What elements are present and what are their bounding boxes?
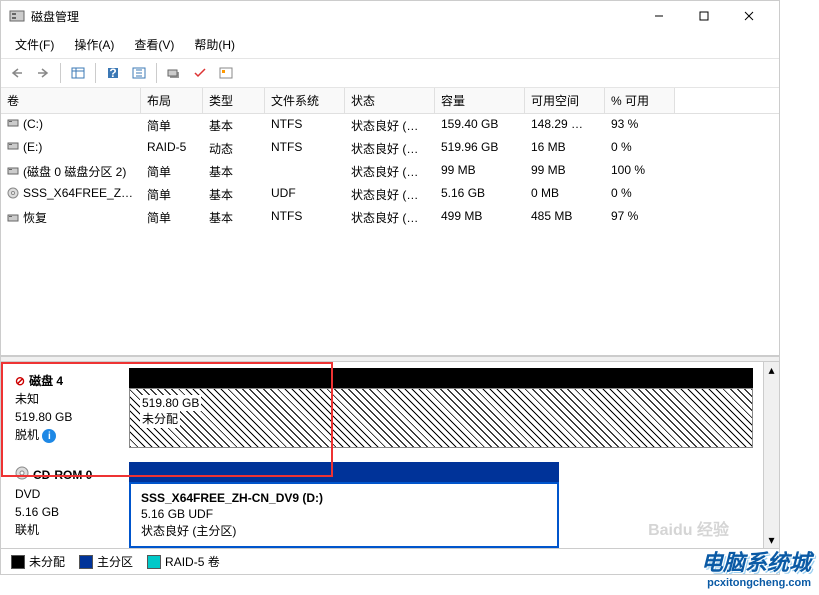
cdrom-type: DVD <box>15 485 125 503</box>
minimize-button[interactable] <box>636 2 681 30</box>
col-free[interactable]: 可用空间 <box>525 88 605 113</box>
scroll-up-icon[interactable]: ▴ <box>764 362 780 378</box>
cdrom-size: 5.16 GB <box>15 503 125 521</box>
window-title: 磁盘管理 <box>31 8 79 25</box>
disk4-partition-unallocated[interactable]: 519.80 GB 未分配 <box>129 388 753 448</box>
menubar: 文件(F) 操作(A) 查看(V) 帮助(H) <box>1 31 779 59</box>
cdrom-part-title: SSS_X64FREE_ZH-CN_DV9 (D:) <box>141 490 547 507</box>
refresh-button[interactable] <box>127 62 151 84</box>
disk4-size: 519.80 GB <box>15 408 125 426</box>
titlebar: 磁盘管理 <box>1 1 779 31</box>
legend: 未分配 主分区 RAID-5 卷 <box>1 548 779 574</box>
table-row[interactable]: (C:)简单基本NTFS状态良好 (…159.40 GB148.29 …93 % <box>1 114 779 137</box>
legend-primary: 主分区 <box>79 553 133 570</box>
menu-view[interactable]: 查看(V) <box>126 33 182 56</box>
col-capacity[interactable]: 容量 <box>435 88 525 113</box>
cdrom-info: CD-ROM 0 DVD 5.16 GB 联机 <box>11 462 129 548</box>
svg-text:?: ? <box>109 66 116 80</box>
volume-table: 卷 布局 类型 文件系统 状态 容量 可用空间 % 可用 (C:)简单基本NTF… <box>1 88 779 356</box>
table-header-row: 卷 布局 类型 文件系统 状态 容量 可用空间 % 可用 <box>1 88 779 114</box>
scroll-down-icon[interactable]: ▾ <box>764 532 780 548</box>
legend-raid5: RAID-5 卷 <box>147 553 220 570</box>
drive-icon <box>7 212 21 227</box>
col-status[interactable]: 状态 <box>345 88 435 113</box>
col-layout[interactable]: 布局 <box>141 88 203 113</box>
app-icon <box>9 8 25 24</box>
forward-button[interactable] <box>31 62 55 84</box>
cdrom-icon <box>15 466 29 485</box>
legend-unallocated: 未分配 <box>11 553 65 570</box>
table-row[interactable]: (磁盘 0 磁盘分区 2)简单基本状态良好 (…99 MB99 MB100 % <box>1 160 779 183</box>
disk4-offline: 脱机 i <box>15 426 125 444</box>
view-list-button[interactable] <box>66 62 90 84</box>
cdrom-row[interactable]: CD-ROM 0 DVD 5.16 GB 联机 SSS_X64FREE_ZH-C… <box>11 462 753 548</box>
disk-error-icon: ⊘ <box>15 372 25 390</box>
close-button[interactable] <box>726 2 771 30</box>
drive-icon <box>7 140 21 155</box>
disk4-unknown: 未知 <box>15 390 125 408</box>
cdrom-status: 联机 <box>15 521 125 539</box>
properties-button[interactable] <box>162 62 186 84</box>
drive-icon <box>7 165 21 180</box>
vertical-scrollbar[interactable]: ▴ ▾ <box>763 362 779 548</box>
back-button[interactable] <box>5 62 29 84</box>
col-volume[interactable]: 卷 <box>1 88 141 113</box>
toolbar: ? <box>1 59 779 88</box>
help-button[interactable]: ? <box>101 62 125 84</box>
baidu-watermark: Baidu 经验 <box>648 516 729 540</box>
col-pct[interactable]: % 可用 <box>605 88 675 113</box>
table-row[interactable]: (E:)RAID-5动态NTFS状态良好 (…519.96 GB16 MB0 % <box>1 137 779 160</box>
menu-file[interactable]: 文件(F) <box>7 33 62 56</box>
cd-icon <box>7 187 21 202</box>
info-icon[interactable]: i <box>42 429 56 443</box>
disk4-header-bar <box>129 368 753 388</box>
disk-management-window: 磁盘管理 文件(F) 操作(A) 查看(V) 帮助(H) ? 卷 布局 类型 <box>0 0 780 575</box>
disk4-info: ⊘磁盘 4 未知 519.80 GB 脱机 i <box>11 368 129 448</box>
maximize-button[interactable] <box>681 2 726 30</box>
cdrom-partition[interactable]: SSS_X64FREE_ZH-CN_DV9 (D:) 5.16 GB UDF 状… <box>129 482 559 548</box>
col-type[interactable]: 类型 <box>203 88 265 113</box>
disk4-row[interactable]: ⊘磁盘 4 未知 519.80 GB 脱机 i 519.80 GB 未分配 <box>11 368 753 448</box>
disk4-part-label: 未分配 <box>140 411 180 428</box>
disk4-graphic: 519.80 GB 未分配 <box>129 368 753 448</box>
check-button[interactable] <box>188 62 212 84</box>
table-blank-area <box>1 230 779 355</box>
disk4-part-size: 519.80 GB <box>140 395 201 412</box>
settings-button[interactable] <box>214 62 238 84</box>
cdrom-part-size: 5.16 GB UDF <box>141 506 547 523</box>
cdrom-graphic: SSS_X64FREE_ZH-CN_DV9 (D:) 5.16 GB UDF 状… <box>129 462 559 548</box>
cdrom-header-bar <box>129 462 559 482</box>
drive-icon <box>7 117 21 132</box>
menu-help[interactable]: 帮助(H) <box>186 33 243 56</box>
table-row[interactable]: 恢复简单基本NTFS状态良好 (…499 MB485 MB97 % <box>1 206 779 229</box>
table-row[interactable]: SSS_X64FREE_ZH…简单基本UDF状态良好 (…5.16 GB0 MB… <box>1 183 779 206</box>
menu-action[interactable]: 操作(A) <box>66 33 122 56</box>
col-fs[interactable]: 文件系统 <box>265 88 345 113</box>
cdrom-part-status: 状态良好 (主分区) <box>141 523 547 540</box>
